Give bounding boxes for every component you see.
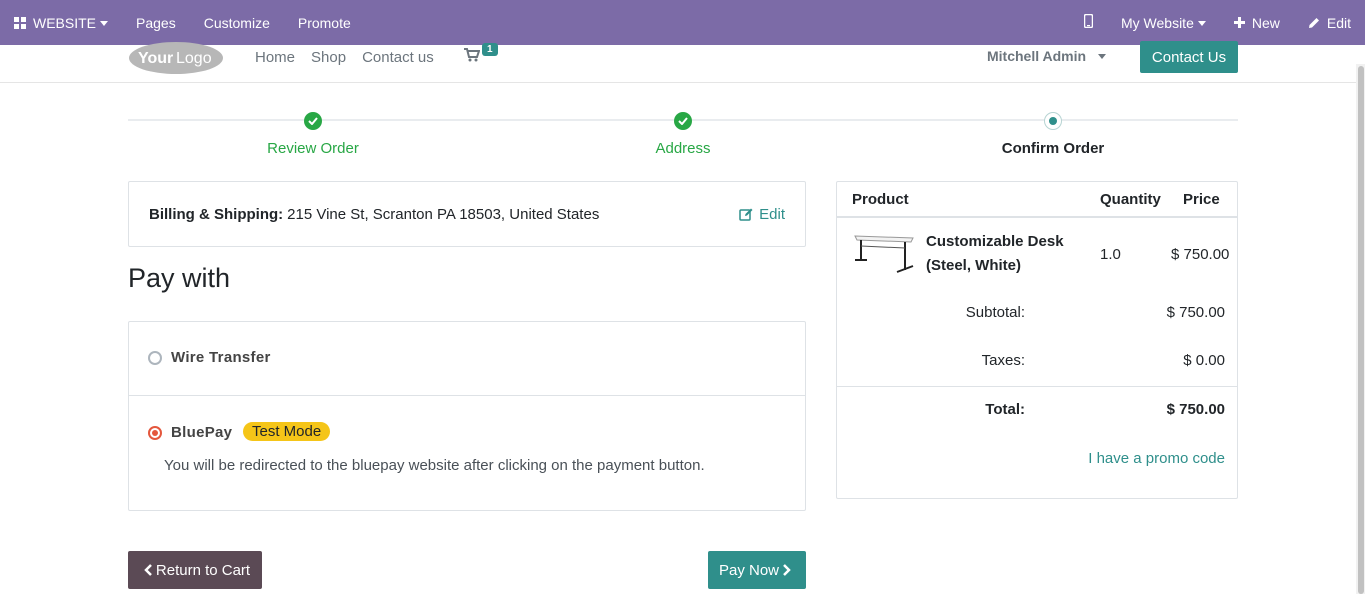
edit-icon bbox=[739, 208, 753, 221]
return-to-cart-button[interactable]: Return to Cart bbox=[128, 551, 262, 589]
user-name: Mitchell Admin bbox=[987, 48, 1087, 64]
product-price: $ 750.00 bbox=[1171, 246, 1230, 263]
nav-contact-us[interactable]: Contact us bbox=[362, 49, 434, 66]
col-product: Product bbox=[852, 191, 909, 208]
step-label: Confirm Order bbox=[1001, 140, 1105, 157]
step-address: Address bbox=[573, 112, 793, 157]
contact-us-button[interactable]: Contact Us bbox=[1140, 41, 1238, 73]
step-label: Address bbox=[655, 140, 711, 157]
site-header: Your Logo Home Shop Contact us 1 Mitchel… bbox=[0, 41, 1365, 83]
payment-note: You will be redirected to the bluepay we… bbox=[164, 457, 705, 474]
admin-bar: WEBSITE Pages Customize Promote My Websi… bbox=[0, 0, 1365, 45]
product-image[interactable] bbox=[853, 232, 917, 278]
subtotal-row: Subtotal: $ 750.00 bbox=[837, 304, 1237, 328]
user-menu[interactable]: Mitchell Admin bbox=[987, 48, 1106, 64]
website-menu-label: WEBSITE bbox=[33, 14, 97, 31]
step-label: Review Order bbox=[267, 140, 359, 157]
cart-count-badge: 1 bbox=[482, 43, 498, 56]
col-price: Price bbox=[1183, 191, 1220, 208]
step-confirm-order: Confirm Order bbox=[943, 112, 1163, 157]
nav-shop[interactable]: Shop bbox=[311, 49, 346, 66]
check-circle-icon bbox=[304, 112, 322, 130]
col-quantity: Quantity bbox=[1100, 191, 1161, 208]
product-name-line2: (Steel, White) bbox=[926, 257, 1022, 274]
apps-grid-icon bbox=[14, 16, 26, 29]
wire-transfer-radio[interactable] bbox=[148, 351, 162, 365]
taxes-value: $ 0.00 bbox=[1183, 352, 1225, 369]
total-value: $ 750.00 bbox=[1166, 401, 1225, 418]
new-button[interactable]: New bbox=[1220, 0, 1294, 45]
test-mode-badge: Test Mode bbox=[243, 422, 331, 441]
edit-label: Edit bbox=[759, 205, 785, 223]
product-name[interactable]: Customizable Desk (Steel, White) bbox=[926, 230, 1086, 278]
website-menu[interactable]: WEBSITE bbox=[0, 0, 122, 45]
check-circle-icon bbox=[674, 112, 692, 130]
cart-icon[interactable] bbox=[464, 48, 481, 67]
summary-divider bbox=[837, 386, 1237, 387]
promo-code-link[interactable]: I have a promo code bbox=[1088, 450, 1225, 467]
pencil-icon bbox=[1308, 17, 1320, 29]
svg-text:Your: Your bbox=[138, 50, 173, 67]
main-nav: Home Shop Contact us bbox=[255, 46, 450, 68]
edit-label: Edit bbox=[1326, 14, 1351, 31]
page-scrollbar[interactable] bbox=[1356, 64, 1365, 594]
plus-icon bbox=[1233, 17, 1245, 28]
mobile-preview-button[interactable] bbox=[1070, 0, 1107, 45]
customize-menu[interactable]: Customize bbox=[190, 0, 284, 45]
billing-address: 215 Vine St, Scranton PA 18503, United S… bbox=[287, 205, 600, 223]
scrollbar-thumb[interactable] bbox=[1358, 66, 1364, 594]
nav-home[interactable]: Home bbox=[255, 49, 295, 66]
chevron-right-icon bbox=[783, 564, 791, 576]
promote-menu[interactable]: Promote bbox=[284, 0, 365, 45]
payment-option-wire-transfer[interactable]: Wire Transfer bbox=[129, 322, 805, 396]
payment-option-name: BluePay bbox=[171, 424, 233, 441]
active-step-icon bbox=[1044, 112, 1062, 130]
site-logo[interactable]: Your Logo bbox=[128, 41, 224, 75]
svg-text:Logo: Logo bbox=[176, 50, 212, 67]
payment-option-bluepay[interactable]: BluePay Test Mode You will be redirected… bbox=[129, 396, 805, 510]
pay-now-label: Pay Now bbox=[718, 561, 780, 579]
total-label: Total: bbox=[985, 401, 1025, 418]
chevron-left-icon bbox=[144, 564, 152, 576]
taxes-label: Taxes: bbox=[981, 352, 1025, 369]
step-review-order: Review Order bbox=[203, 112, 423, 157]
billing-label: Billing & Shipping: bbox=[149, 205, 284, 223]
pages-menu[interactable]: Pages bbox=[122, 0, 190, 45]
subtotal-label: Subtotal: bbox=[965, 304, 1025, 321]
payment-option-name: Wire Transfer bbox=[171, 349, 271, 366]
caret-down-icon bbox=[100, 21, 109, 26]
bluepay-radio[interactable] bbox=[148, 426, 162, 440]
caret-down-icon bbox=[1097, 54, 1106, 59]
edit-button[interactable]: Edit bbox=[1294, 0, 1365, 45]
pay-now-button[interactable]: Pay Now bbox=[708, 551, 806, 589]
total-row: Total: $ 750.00 bbox=[837, 401, 1237, 425]
my-website-menu[interactable]: My Website bbox=[1107, 0, 1220, 45]
order-summary: Product Quantity Price Customizable Desk… bbox=[836, 181, 1238, 499]
edit-address-link[interactable]: Edit bbox=[739, 206, 785, 223]
billing-shipping-card: Billing & Shipping: 215 Vine St, Scranto… bbox=[128, 181, 806, 247]
return-label: Return to Cart bbox=[155, 561, 251, 579]
product-quantity: 1.0 bbox=[1100, 246, 1121, 263]
product-name-line1: Customizable Desk bbox=[926, 233, 1064, 250]
subtotal-value: $ 750.00 bbox=[1166, 304, 1225, 321]
my-website-label: My Website bbox=[1120, 14, 1194, 31]
payment-options-card: Wire Transfer BluePay Test Mode You will… bbox=[128, 321, 806, 511]
taxes-row: Taxes: $ 0.00 bbox=[837, 352, 1237, 376]
caret-down-icon bbox=[1197, 21, 1206, 26]
summary-header: Product Quantity Price bbox=[837, 182, 1237, 218]
pay-with-heading: Pay with bbox=[128, 263, 231, 293]
mobile-icon bbox=[1083, 13, 1094, 31]
new-label: New bbox=[1251, 14, 1280, 31]
